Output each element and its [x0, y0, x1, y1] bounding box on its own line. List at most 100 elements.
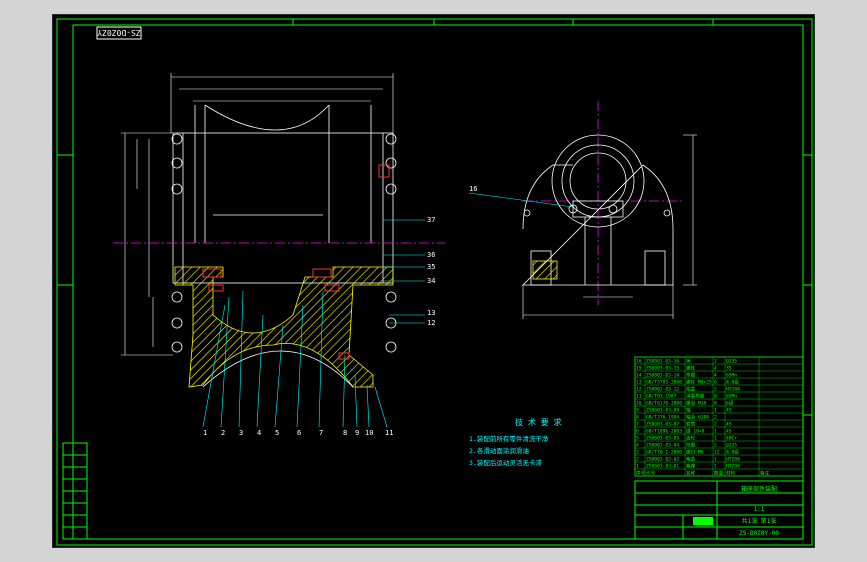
bom-row-cell: GB/T6170-2000 — [646, 401, 682, 407]
bom-row-cell: 2 — [714, 387, 717, 393]
left-dimensions — [121, 132, 173, 356]
bom-row-cell: Q235 — [726, 443, 737, 449]
bom-row-cell: 轴 — [686, 407, 691, 414]
balloon-12: 12 — [427, 319, 435, 327]
bom-row-cell: 8 — [714, 394, 717, 400]
bom-row-cell: ZS0003-03-15 — [646, 366, 679, 372]
bom-row-cell: ZS0003-03-05 — [646, 436, 679, 442]
bom-row-cell: ZS0003-03-01 — [646, 464, 679, 470]
bom-row-cell: 齿轮 — [686, 435, 696, 442]
bom-row-cell: 箱盖 — [686, 456, 696, 463]
bom-row-cell: 3 — [636, 450, 639, 456]
bom-row-cell: GB/T276-1994 — [646, 415, 679, 421]
title-block: 箱座部件装配 1:1 共1张 第1张 ZS-D0Z0Y-00 — [634, 480, 804, 540]
bom-row-cell: 15 — [636, 366, 642, 372]
bom-row-cell: 6级 — [726, 400, 734, 407]
balloon-34: 34 — [427, 277, 435, 285]
bom-header-cell: 代号 — [646, 470, 656, 477]
title-drawing-no: ZS-D0Z0Y-00 — [739, 530, 779, 537]
bom-row-cell: ZS0003-03-04 — [646, 443, 679, 449]
bom-header-cell: 名称 — [686, 470, 696, 477]
bom-row-cell: 4 — [714, 373, 717, 379]
balloon-6: 6 — [297, 429, 301, 437]
bom-row-cell: 螺钉 M6 — [686, 449, 704, 456]
bom-row-cell: 1 — [714, 457, 717, 463]
tech-line-1: 1.装配前所有零件清洗干净 — [469, 434, 549, 443]
bom-row-cell: 8 — [636, 415, 639, 421]
bom-row-cell: ZS0003-03-07 — [646, 422, 679, 428]
bom-row-cell: 35 — [726, 366, 732, 372]
bom-row-cell: 4 — [714, 366, 717, 372]
bom-row-cell: 12 — [636, 387, 642, 393]
balloon-1: 1 — [203, 429, 207, 437]
housing-outline — [172, 104, 394, 284]
bom-row-cell: 1 — [714, 429, 717, 435]
bom-row-cell: ZS0003-03-09 — [646, 408, 679, 414]
cad-viewport[interactable]: ZS-D0Z0ZY 1 2 3 4 5 6 7 8 9 10 11 37 36 … — [0, 0, 867, 562]
bom-row-cell: 9 — [636, 408, 639, 414]
bom-row-cell: 13 — [636, 380, 642, 386]
bom-row-cell: 轴承 6208 — [686, 414, 709, 421]
balloon-37: 37 — [427, 216, 435, 224]
bom-row-cell: HT200 — [726, 457, 740, 463]
drawing-canvas[interactable]: ZS-D0Z0ZY 1 2 3 4 5 6 7 8 9 10 11 37 36 … — [52, 14, 815, 548]
bom-row-cell: 65Mn — [726, 394, 737, 400]
bom-row-cell: ZS0003-03-02 — [646, 457, 679, 463]
bom-row-cell: 1 — [714, 436, 717, 442]
bom-row-cell: 45 — [726, 429, 732, 435]
side-view[interactable]: 16 — [468, 101, 697, 319]
bom-row-cell: 12 — [714, 450, 720, 456]
front-section-view[interactable]: 1 2 3 4 5 6 7 8 9 10 11 37 36 35 34 13 1… — [113, 73, 445, 437]
bom-row-cell: 8.8级 — [726, 449, 739, 456]
stamp-box: ZS-D0Z0ZY — [96, 26, 142, 40]
bom-row-cell: 7 — [636, 422, 639, 428]
bom-row-cell: 45 — [726, 408, 732, 414]
bom-row-cell: 45 — [726, 422, 732, 428]
bom-row-cell: GB/T93-1987 — [646, 394, 677, 400]
bom-row-cell: 1 — [714, 464, 717, 470]
bom-row-cell: 16 — [636, 359, 642, 365]
title-sheet: 共1张 第1张 — [742, 517, 777, 525]
balloon-13: 13 — [427, 309, 435, 317]
bom-row-cell: ZS0003-03-12 — [646, 387, 679, 393]
bom-row-cell: 10 — [636, 401, 642, 407]
bom-row-cell: 螺栓 M8×25 — [686, 379, 712, 386]
tech-line-3: 3.装配后运动灵活无卡滞 — [469, 458, 542, 467]
bom-row-cell: HT200 — [726, 387, 740, 393]
hatched-section — [174, 266, 394, 388]
bom-row-cell: 65Mn — [726, 373, 737, 379]
bom-row-cell: 端盖 — [686, 386, 696, 393]
bom-header-cell: 备注 — [760, 470, 770, 477]
bom-row-cell: GB/T5783-2000 — [646, 380, 682, 386]
balloon-16: 16 — [469, 185, 477, 193]
bom-header-cell: 材料 — [726, 470, 736, 477]
balloon-3: 3 — [239, 429, 243, 437]
bom-table[interactable]: 16 ZS0003-03-16 销 2 Q23515 ZS0003-03-15 螺栓 4 351… — [634, 356, 804, 477]
balloon-8: 8 — [343, 429, 347, 437]
balloon-9: 9 — [355, 429, 359, 437]
bom-row-cell: 11 — [636, 394, 642, 400]
bom-row-cell: 6 — [714, 380, 717, 386]
tech-requirements: 技 术 要 求 1.装配前所有零件清洗干净 2.各滑动面涂润滑油 3.装配后运动… — [469, 417, 561, 467]
balloon-11: 11 — [385, 429, 393, 437]
bom-row-cell: ZS0003-03-14 — [646, 373, 679, 379]
bom-row-cell: 套筒 — [686, 421, 696, 428]
bom-row-cell: 4 — [636, 443, 639, 449]
title-name: 箱座部件装配 — [741, 485, 777, 493]
bom-row-cell: 6 — [636, 429, 639, 435]
bom-row-cell: 箱座 — [686, 463, 696, 470]
bom-row-cell: 弹簧垫圈 — [686, 393, 705, 400]
bom-row-cell: GB/T1096-2003 — [646, 429, 682, 435]
bom-row-cell: 挡圈 — [686, 442, 696, 449]
balloon-10: 10 — [365, 429, 373, 437]
bom-row-cell: 键 10×8 — [686, 428, 705, 435]
bom-header-cell: 数量 — [714, 470, 724, 477]
bom-row-cell: 2 — [714, 443, 717, 449]
balloon-36: 36 — [427, 251, 435, 259]
bom-row-cell: Q235 — [726, 359, 737, 365]
bom-row-cell: 40Cr — [726, 436, 737, 442]
bom-row-cell: 销 — [686, 358, 691, 365]
tech-line-2: 2.各滑动面涂润滑油 — [469, 446, 529, 455]
bom-row-cell: 螺母 M10 — [686, 400, 706, 407]
balloon-4: 4 — [257, 429, 261, 437]
